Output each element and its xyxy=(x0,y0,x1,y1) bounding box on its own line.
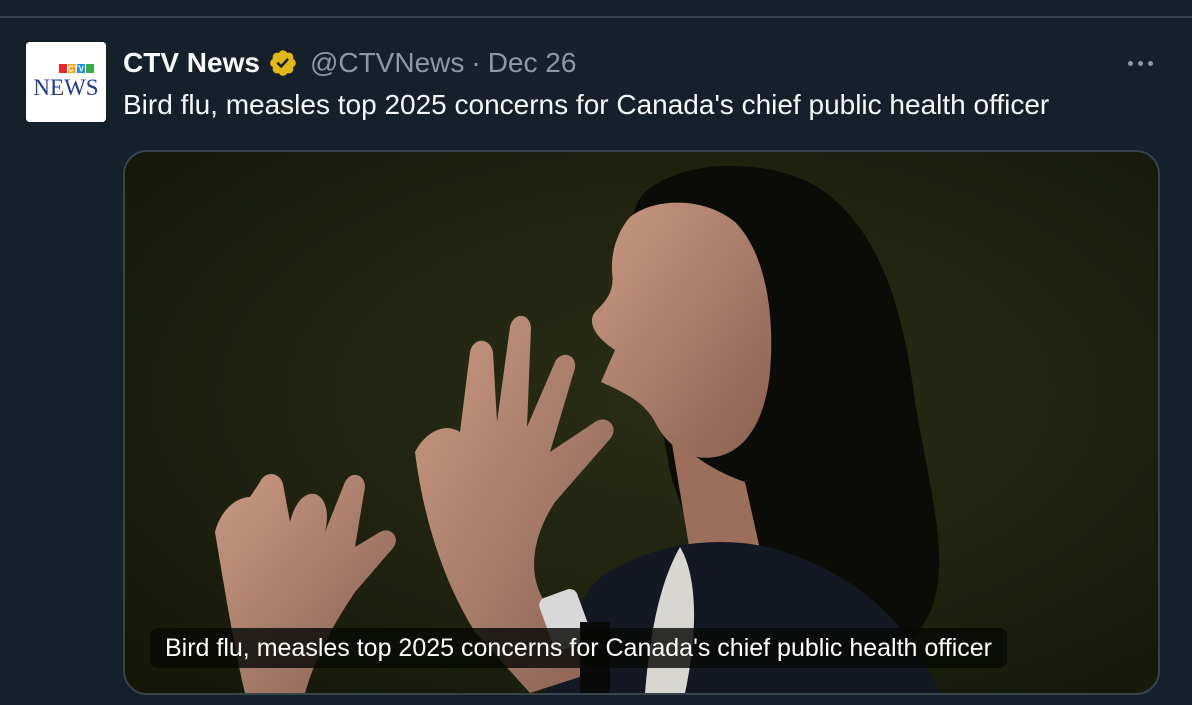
author-display-name[interactable]: CTV News xyxy=(123,47,260,79)
header-separator: · xyxy=(471,47,481,78)
logo-ctv-text: CTV xyxy=(68,65,85,74)
tweet-date[interactable]: Dec 26 xyxy=(488,47,577,79)
tweet[interactable]: CTV NEWS CTV News @CTVNews · Dec 26 Bird… xyxy=(0,18,1192,705)
avatar[interactable]: CTV NEWS xyxy=(26,42,106,122)
tweet-text: Bird flu, measles top 2025 concerns for … xyxy=(123,89,1050,120)
photo xyxy=(125,152,1158,693)
tweet-header: CTV News @CTVNews · Dec 26 xyxy=(123,44,576,82)
author-handle[interactable]: @CTVNews xyxy=(310,47,464,79)
logo-news-text: NEWS xyxy=(33,75,98,100)
ctv-news-logo: CTV NEWS xyxy=(26,42,106,122)
verified-badge-icon[interactable] xyxy=(268,48,298,78)
more-horizontal-icon[interactable] xyxy=(1118,51,1162,75)
tweet-media[interactable]: Bird flu, measles top 2025 concerns for … xyxy=(123,150,1160,695)
media-caption: Bird flu, measles top 2025 concerns for … xyxy=(150,628,1008,668)
